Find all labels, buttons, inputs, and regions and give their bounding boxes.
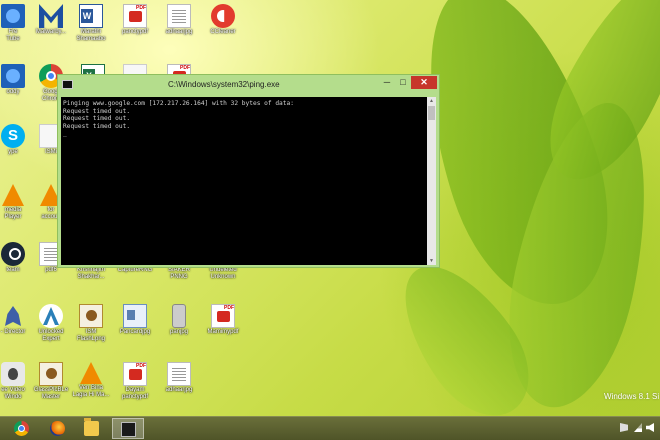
desktop-icon-label: Ven Bina Lagia Hi Ma... bbox=[72, 385, 110, 398]
desktop-icon-label: adhaarjpg bbox=[165, 29, 193, 35]
cmd-app-icon[interactable] bbox=[62, 80, 73, 89]
desktop-icon-label: Pancardjpg bbox=[119, 329, 151, 335]
cmd-title-bar[interactable]: C:\Windows\system32\ping.exe ─ □ ✕ bbox=[58, 75, 439, 95]
desktop-icon-label: ISM FlashLpng bbox=[76, 329, 106, 342]
taskbar bbox=[0, 416, 660, 440]
close-button[interactable]: ✕ bbox=[411, 76, 437, 89]
apple-icon bbox=[1, 362, 25, 386]
desktop-icon-label: ype bbox=[8, 149, 18, 155]
word-icon bbox=[79, 4, 103, 28]
cmd-icon bbox=[121, 422, 136, 437]
console-text: Pinging www.google.com [172.217.26.164] … bbox=[63, 100, 294, 137]
action-center-flag-icon[interactable] bbox=[620, 423, 628, 432]
desktop-icon-label: team bbox=[6, 267, 20, 273]
desktop-icon-label: oddy bbox=[6, 89, 20, 95]
blue-icon bbox=[1, 64, 25, 88]
steam-icon bbox=[1, 242, 25, 266]
card-icon bbox=[123, 304, 147, 328]
doc-icon bbox=[167, 4, 191, 28]
skype-icon: S bbox=[1, 124, 25, 148]
desktop-icon[interactable]: Mamimypdf bbox=[202, 302, 244, 356]
desktop-icon[interactable]: panctypdf bbox=[114, 2, 156, 56]
doc-icon bbox=[167, 362, 191, 386]
desktop-icon[interactable]: ISM FlashLpng bbox=[70, 302, 112, 356]
desktop-icon-label: Undeleted Unknown bbox=[209, 267, 237, 280]
vlc-icon bbox=[80, 362, 102, 384]
desktop-icon[interactable]: - Director bbox=[0, 302, 34, 356]
desktop-icon-label: Unlocked Expert bbox=[38, 329, 64, 342]
desktop-icon-label: Krishnajith Shakhar... bbox=[76, 267, 105, 280]
desktop-icon[interactable]: media Player bbox=[0, 182, 34, 236]
firefox-taskbar-button[interactable] bbox=[42, 418, 74, 439]
chrome-taskbar-button[interactable] bbox=[6, 418, 38, 439]
desktop-icon-label: ee Video Windo bbox=[1, 387, 25, 400]
rocket-icon bbox=[1, 304, 25, 328]
desktop-icon-label: adhaarjpg bbox=[165, 387, 193, 393]
console-scrollbar[interactable]: ▲ ▼ bbox=[427, 97, 436, 265]
windows-watermark: Windows 8.1 Si bbox=[604, 392, 660, 401]
desktop-icon[interactable]: Fre Tube bbox=[0, 2, 34, 56]
malware-icon bbox=[39, 4, 63, 28]
desktop-icon-label: Malwarby... bbox=[35, 29, 67, 35]
desktop-icon-label: GlassPlcBLe Master bbox=[33, 387, 69, 400]
explorer-taskbar-button[interactable] bbox=[76, 418, 108, 439]
desktop-icon[interactable]: adhaarjpg bbox=[158, 360, 200, 414]
desktop-icon[interactable]: team bbox=[0, 240, 34, 294]
desktop-icon[interactable]: Dayam panctypdf bbox=[114, 360, 156, 414]
cmd-window-title: C:\Windows\system32\ping.exe bbox=[168, 80, 280, 89]
desktop-icon-label: - Director bbox=[0, 329, 26, 335]
desktop-icon-label: panctypdf bbox=[121, 29, 149, 35]
volume-icon[interactable] bbox=[646, 423, 654, 432]
scroll-up-arrow-icon[interactable]: ▲ bbox=[427, 97, 436, 105]
desktop-icon-label: media Player bbox=[4, 207, 22, 220]
desktop-icon[interactable]: panjpg bbox=[158, 302, 200, 356]
network-signal-icon[interactable] bbox=[634, 423, 642, 432]
vlc-icon bbox=[2, 184, 24, 206]
cmd-window[interactable]: C:\Windows\system32\ping.exe ─ □ ✕ Pingi… bbox=[57, 74, 440, 268]
folder-icon bbox=[84, 418, 99, 436]
maximize-button[interactable]: □ bbox=[395, 76, 411, 89]
phone-icon bbox=[172, 304, 186, 328]
desktop-icon-label: Marathi Shamaabo bbox=[76, 29, 106, 42]
desktop-icon[interactable]: Marathi Shamaabo bbox=[70, 2, 112, 56]
desktop-icon[interactable]: Pancardjpg bbox=[114, 302, 156, 356]
desktop-icon[interactable]: GlassPlcBLe Master bbox=[30, 360, 72, 414]
cmd-taskbar-button[interactable] bbox=[112, 418, 144, 439]
desktop-icon[interactable]: adhaarjpg bbox=[158, 2, 200, 56]
desktop-icon[interactable]: Unlocked Expert bbox=[30, 302, 72, 356]
desktop-icon-label: Dayam panctypdf bbox=[121, 387, 149, 400]
desktop-icon-label: SIAKER PNNG bbox=[167, 267, 190, 280]
desktop-icon-label: pdf6 bbox=[45, 267, 57, 273]
pdf-icon bbox=[123, 362, 147, 386]
desktop-icon[interactable]: ee Video Windo bbox=[0, 360, 34, 414]
desktop-icon[interactable]: Ven Bina Lagia Hi Ma... bbox=[70, 360, 112, 414]
cert-icon bbox=[79, 304, 103, 328]
desktop-icon-label: CaptureRNG bbox=[117, 267, 153, 273]
console-output[interactable]: Pinging www.google.com [172.217.26.164] … bbox=[61, 97, 428, 265]
desktop-icon-label: Fre Tube bbox=[6, 29, 20, 42]
cert-icon bbox=[39, 362, 63, 386]
chrome-icon bbox=[14, 421, 29, 436]
ccleaner-icon bbox=[211, 4, 235, 28]
desktop-icon[interactable]: Malwarby... bbox=[30, 2, 72, 56]
scroll-down-arrow-icon[interactable]: ▼ bbox=[427, 257, 436, 265]
pdf-icon bbox=[123, 4, 147, 28]
minimize-button[interactable]: ─ bbox=[379, 76, 395, 89]
desktop-icon-label: CCleaner bbox=[210, 29, 236, 35]
scroll-thumb[interactable] bbox=[428, 106, 435, 120]
desktop-icon-label: panjpg bbox=[169, 329, 189, 335]
desktop-icon[interactable]: oddy bbox=[0, 62, 34, 116]
ff-icon bbox=[50, 421, 65, 436]
desktop-icon[interactable]: Sype bbox=[0, 122, 34, 176]
pdf-icon bbox=[211, 304, 235, 328]
desktop-icon-label: Mamimypdf bbox=[207, 329, 239, 335]
arrow-icon bbox=[39, 304, 63, 328]
blue-icon bbox=[1, 4, 25, 28]
desktop-icon[interactable]: CCleaner bbox=[202, 2, 244, 56]
